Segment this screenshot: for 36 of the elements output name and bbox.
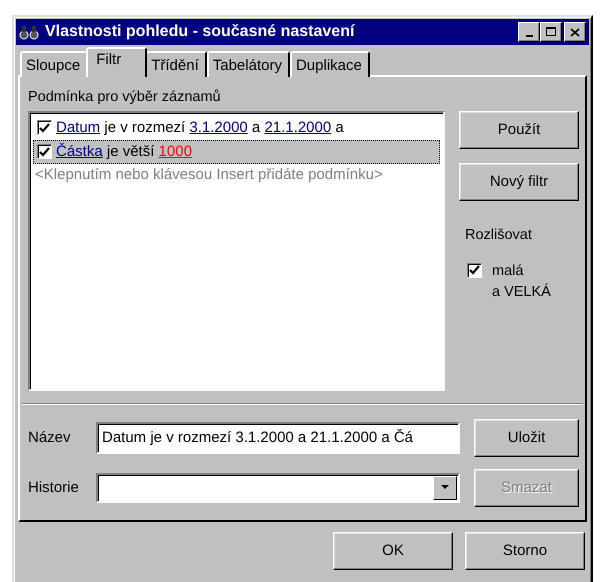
field-label: Název <box>28 428 72 448</box>
field-label: Historie <box>28 478 80 498</box>
action-button[interactable]: Uložit <box>474 418 579 457</box>
add-condition-hint[interactable]: <Klepnutím nebo klávesou Insert přidáte podmínku> <box>33 164 440 186</box>
field-link[interactable]: Částka <box>56 142 103 160</box>
condition-text: Datum je v rozmezí 3.1.2000 a 21.1.2000 a <box>56 118 344 138</box>
name-field[interactable]: Datum je v rozmezí 3.1.2000 a 21.1.2000 a Čá <box>96 422 460 454</box>
window-title: Vlastnosti pohledu - současné nastavení <box>45 22 356 42</box>
tab[interactable]: Sloupce <box>20 51 88 77</box>
dialog-button[interactable]: OK <box>333 532 453 570</box>
binoculars-icon <box>19 24 39 40</box>
checkbox[interactable] <box>467 262 482 278</box>
tab[interactable]: Duplikace <box>290 51 370 77</box>
action-button[interactable]: Použít <box>459 110 579 149</box>
checkbox[interactable] <box>37 144 52 160</box>
history-dropdown[interactable] <box>96 472 460 503</box>
field-link[interactable]: Datum <box>56 118 100 136</box>
tab[interactable]: Filtr <box>86 47 148 77</box>
tab[interactable]: Třídění <box>145 51 207 77</box>
maximize-button[interactable] <box>540 22 562 42</box>
dialog-button[interactable]: Storno <box>465 532 585 570</box>
action-button[interactable]: Nový filtr <box>459 162 579 201</box>
minimize-button[interactable] <box>518 22 540 42</box>
close-button[interactable] <box>564 22 586 42</box>
tab[interactable]: Tabelátory <box>206 51 290 77</box>
group-label: Rozlišovat <box>465 226 533 245</box>
value-link[interactable]: 3.1.2000 <box>189 118 248 136</box>
condition-row[interactable]: Částka je větší 1000 <box>33 140 440 164</box>
close-icon <box>570 28 580 36</box>
condition-text: Částka je větší 1000 <box>56 142 192 162</box>
value-link[interactable]: 21.1.2000 <box>264 118 332 136</box>
checkbox-label[interactable]: malá a VELKÁ <box>492 260 551 303</box>
minimize-icon <box>526 35 532 37</box>
maximize-icon <box>546 27 556 37</box>
section-label: Podmínka pro výběr záznamů <box>28 88 222 107</box>
condition-row[interactable]: Datum je v rozmezí 3.1.2000 a 21.1.2000 a <box>33 116 440 140</box>
